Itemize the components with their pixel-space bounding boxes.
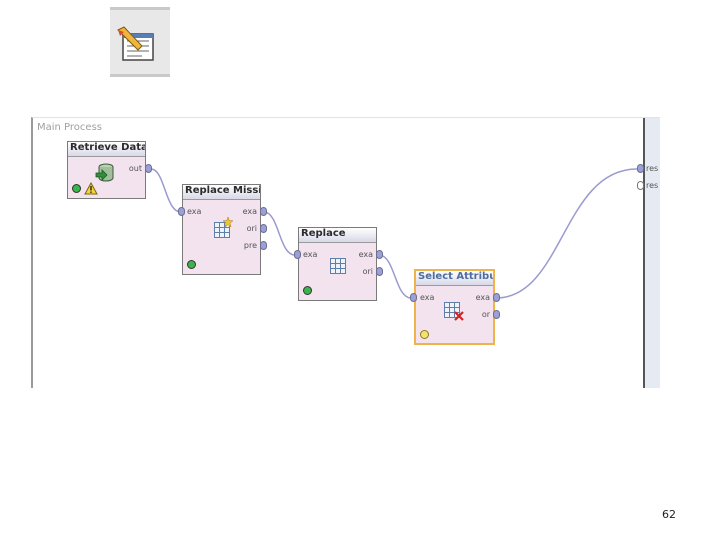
operator-replace[interactable]: Replace exa exa ori: [298, 227, 377, 301]
port-label-or: or: [481, 310, 490, 319]
port-label-ori: ori: [362, 267, 373, 276]
port-replace-in[interactable]: [294, 250, 301, 259]
port-label-in: exa: [187, 207, 202, 216]
port-label-exa: exa: [242, 207, 257, 216]
port-replace-missing-exa[interactable]: [260, 207, 267, 216]
process-canvas[interactable]: Main Process Retrieve Data... out Replac…: [31, 117, 660, 388]
operator-replace-missing[interactable]: Replace Missi... exa exa ori pre: [182, 184, 261, 275]
port-result-2[interactable]: [637, 181, 644, 190]
port-replace-missing-in[interactable]: [178, 207, 185, 216]
star-icon: [223, 217, 233, 227]
warning-icon: [84, 182, 98, 195]
port-replace-missing-pre[interactable]: [260, 241, 267, 250]
port-label-ori: ori: [246, 224, 257, 233]
port-result-1[interactable]: [637, 164, 644, 173]
result-ports-panel: [643, 118, 660, 388]
status-indicator: [187, 260, 196, 269]
page-number: 62: [662, 508, 676, 521]
operator-title: Retrieve Data...: [68, 142, 145, 157]
port-label-in: exa: [303, 250, 318, 259]
port-select-in[interactable]: [410, 293, 417, 302]
red-x-icon: [454, 311, 464, 321]
port-retrieve-out[interactable]: [145, 164, 152, 173]
port-label-pre: pre: [243, 241, 257, 250]
operator-title: Select Attribu...: [416, 271, 493, 286]
port-select-or[interactable]: [493, 310, 500, 319]
connection-retrieve-replace-missing: [150, 168, 182, 213]
database-icon: [95, 163, 114, 182]
connection-select-result: [495, 168, 638, 299]
table-grid-icon: [330, 258, 346, 274]
port-label-res-2: res: [646, 181, 659, 190]
port-label-res-1: res: [646, 164, 659, 173]
status-indicator: [72, 184, 81, 193]
port-replace-exa[interactable]: [376, 250, 383, 259]
connection-replace-missing-replace: [263, 211, 296, 256]
port-replace-missing-ori[interactable]: [260, 224, 267, 233]
operator-select-attributes[interactable]: Select Attribu... exa exa or: [414, 269, 495, 345]
operator-retrieve-data[interactable]: Retrieve Data... out: [67, 141, 146, 199]
port-replace-ori[interactable]: [376, 267, 383, 276]
status-indicator: [303, 286, 312, 295]
operator-title: Replace Missi...: [183, 185, 260, 200]
port-label-in: exa: [420, 293, 435, 302]
status-indicator: [420, 330, 429, 339]
notepad-edit-icon[interactable]: [110, 7, 170, 77]
port-label-exa: exa: [358, 250, 373, 259]
port-label-out: out: [128, 164, 142, 173]
operator-title: Replace: [299, 228, 376, 243]
port-select-exa[interactable]: [493, 293, 500, 302]
connection-replace-select: [378, 254, 412, 299]
port-label-exa: exa: [475, 293, 490, 302]
